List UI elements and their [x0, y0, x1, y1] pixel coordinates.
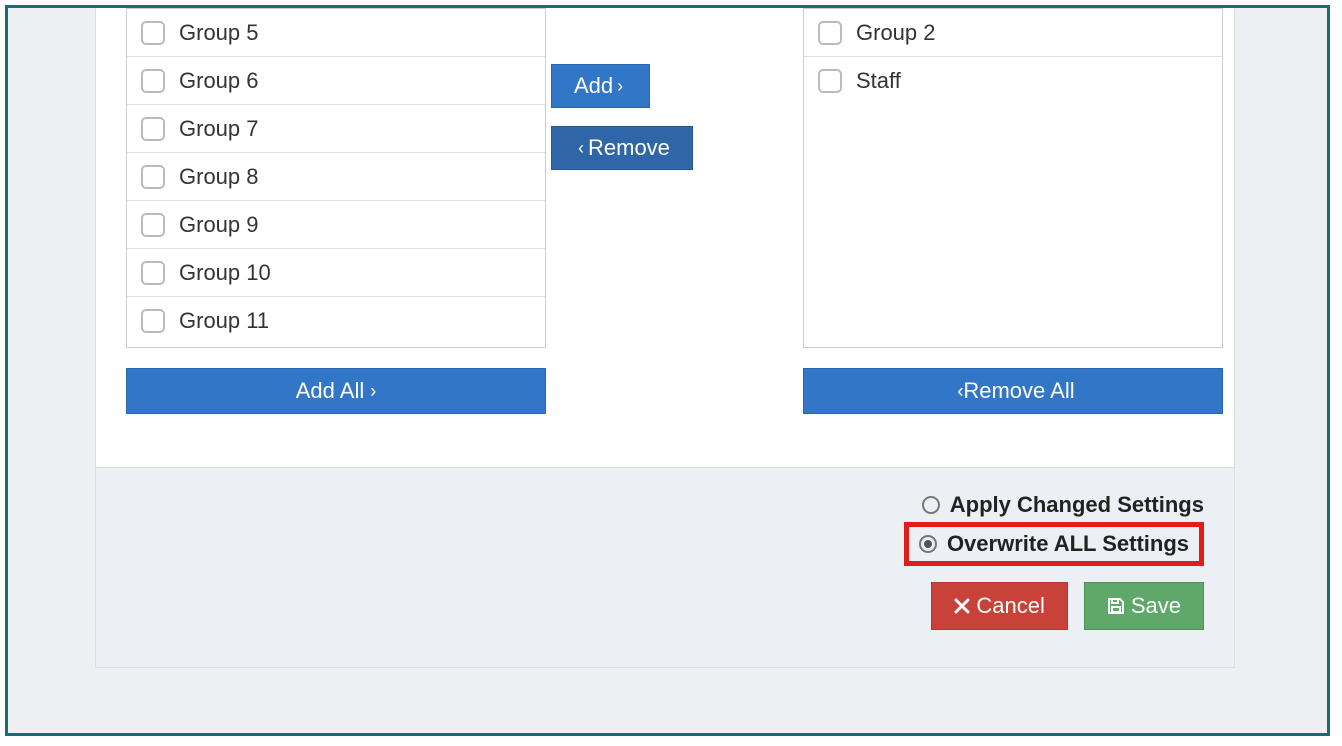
- available-groups-list[interactable]: Group 5 Group 6 Group 7 Group 8 Group 9: [126, 8, 546, 348]
- remove-all-button[interactable]: ‹‹ Remove All: [803, 368, 1223, 414]
- checkbox-icon[interactable]: [141, 69, 165, 93]
- list-item[interactable]: Group 2: [804, 9, 1222, 57]
- cancel-button-label: Cancel: [976, 593, 1044, 619]
- transfer-buttons: Add › ‹ Remove: [551, 64, 756, 188]
- radio-apply-changed[interactable]: [922, 496, 940, 514]
- radio-overwrite-all[interactable]: [919, 535, 937, 553]
- settings-panel: Group 5 Group 6 Group 7 Group 8 Group 9: [95, 8, 1235, 668]
- list-item-label: Group 2: [856, 20, 936, 46]
- checkbox-icon[interactable]: [141, 309, 165, 333]
- list-item-label: Group 10: [179, 260, 271, 286]
- list-item[interactable]: Group 11: [127, 297, 545, 345]
- list-item[interactable]: Group 7: [127, 105, 545, 153]
- outer-frame: Group 5 Group 6 Group 7 Group 8 Group 9: [5, 5, 1330, 736]
- list-item[interactable]: Group 5: [127, 9, 545, 57]
- chevron-right-icon: ›: [617, 76, 623, 97]
- radio-row-overwrite: Overwrite ALL Settings: [126, 522, 1204, 566]
- add-button[interactable]: Add ›: [551, 64, 650, 108]
- cancel-button[interactable]: Cancel: [931, 582, 1067, 630]
- remove-button[interactable]: ‹ Remove: [551, 126, 693, 170]
- add-all-button-label: Add All: [296, 378, 365, 404]
- checkbox-icon[interactable]: [818, 21, 842, 45]
- remove-button-label: Remove: [588, 135, 670, 161]
- checkbox-icon[interactable]: [141, 165, 165, 189]
- list-item-label: Group 9: [179, 212, 259, 238]
- checkbox-icon[interactable]: [141, 213, 165, 237]
- list-item-label: Group 6: [179, 68, 259, 94]
- radio-apply-changed-label: Apply Changed Settings: [950, 492, 1204, 518]
- highlight-overwrite: Overwrite ALL Settings: [904, 522, 1204, 566]
- selected-groups-list[interactable]: Group 2 Staff: [803, 8, 1223, 348]
- list-item[interactable]: Group 8: [127, 153, 545, 201]
- checkbox-icon[interactable]: [141, 261, 165, 285]
- add-all-button[interactable]: Add All ››: [126, 368, 546, 414]
- lists-area: Group 5 Group 6 Group 7 Group 8 Group 9: [96, 8, 1234, 428]
- list-item[interactable]: Staff: [804, 57, 1222, 105]
- list-item-label: Group 7: [179, 116, 259, 142]
- checkbox-icon[interactable]: [818, 69, 842, 93]
- list-item-label: Group 8: [179, 164, 259, 190]
- action-row: Cancel Save: [126, 582, 1204, 630]
- list-item[interactable]: Group 10: [127, 249, 545, 297]
- save-button[interactable]: Save: [1084, 582, 1204, 630]
- add-button-label: Add: [574, 73, 613, 99]
- list-item-label: Group 5: [179, 20, 259, 46]
- save-icon: [1107, 597, 1125, 615]
- list-item-label: Staff: [856, 68, 901, 94]
- checkbox-icon[interactable]: [141, 21, 165, 45]
- close-icon: [954, 598, 970, 614]
- save-button-label: Save: [1131, 593, 1181, 619]
- radio-overwrite-all-label: Overwrite ALL Settings: [947, 531, 1189, 557]
- checkbox-icon[interactable]: [141, 117, 165, 141]
- footer-area: Apply Changed Settings Overwrite ALL Set…: [96, 467, 1234, 667]
- chevron-left-icon: ‹: [578, 138, 584, 159]
- list-item-label: Group 11: [179, 308, 269, 334]
- remove-all-button-label: Remove All: [963, 378, 1074, 404]
- list-item[interactable]: Group 9: [127, 201, 545, 249]
- radio-row-apply: Apply Changed Settings: [126, 492, 1204, 518]
- list-item[interactable]: Group 6: [127, 57, 545, 105]
